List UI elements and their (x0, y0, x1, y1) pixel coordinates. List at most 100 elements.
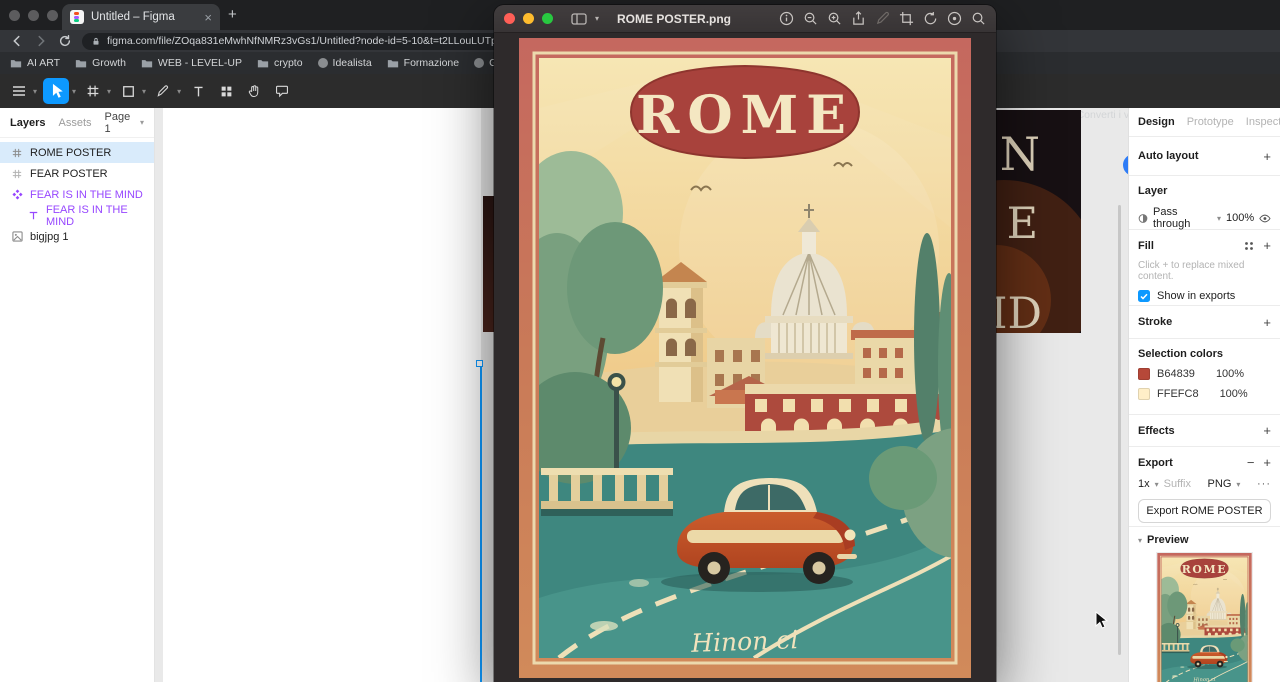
forward-icon[interactable] (34, 34, 48, 48)
layer-row-component[interactable]: FEAR IS IN THE MIND (0, 184, 154, 205)
show-in-exports-label: Show in exports (1157, 290, 1235, 302)
minimize-window-button[interactable] (28, 10, 39, 21)
canvas-frame[interactable] (163, 108, 481, 682)
export-more-button[interactable]: ··· (1257, 478, 1271, 490)
auto-layout-section: Auto layout + (1129, 137, 1280, 176)
view-caret-icon[interactable]: ▾ (595, 14, 599, 23)
scale-caret-icon: ▾ (1155, 480, 1159, 489)
hand-tool-button[interactable] (243, 80, 265, 102)
shape-caret-icon[interactable]: ▾ (142, 87, 146, 96)
remove-export-button[interactable]: − (1247, 456, 1255, 469)
move-caret-icon[interactable]: ▾ (72, 87, 76, 96)
show-in-exports-checkbox[interactable] (1138, 290, 1150, 302)
comment-tool-button[interactable] (271, 80, 293, 102)
layer-opacity-value[interactable]: 100% (1226, 212, 1254, 224)
color-swatch[interactable] (1138, 388, 1150, 400)
bookmark-item[interactable]: Formazione (387, 57, 459, 69)
layer-name: ROME POSTER (30, 147, 111, 159)
text-tool-button[interactable] (187, 80, 209, 102)
layer-row-rome-poster[interactable]: ROME POSTER (0, 142, 154, 163)
reload-icon[interactable] (58, 34, 72, 48)
zoom-window-button[interactable] (47, 10, 58, 21)
visibility-eye-icon[interactable] (1259, 214, 1271, 223)
back-icon[interactable] (10, 34, 24, 48)
markup-pencil-icon[interactable] (875, 11, 890, 26)
layer-row-text[interactable]: FEAR IS IN THE MIND (0, 205, 154, 226)
close-window-button[interactable] (9, 10, 20, 21)
preview-window-title: ROME POSTER.png (617, 12, 731, 26)
page-name: Page 1 (105, 111, 136, 135)
fill-label: Fill (1138, 240, 1154, 252)
move-tool-button[interactable] (43, 78, 69, 104)
window-controls (9, 10, 58, 21)
sidebar-toggle-icon[interactable] (571, 13, 587, 25)
layer-name: FEAR IS IN THE MIND (46, 204, 154, 228)
effects-label: Effects (1138, 425, 1175, 437)
bookmark-item[interactable]: Idealista (318, 57, 372, 69)
figma-favicon-icon (70, 10, 84, 24)
bookmark-item[interactable]: WEB - LEVEL-UP (141, 57, 242, 69)
color-swatch[interactable] (1138, 368, 1150, 380)
crop-icon[interactable] (899, 11, 914, 26)
annotate-icon[interactable] (947, 11, 962, 26)
fill-styles-icon[interactable] (1244, 241, 1254, 251)
selection-color-row[interactable]: FFEFC8 100% (1138, 388, 1271, 400)
add-stroke-button[interactable]: + (1263, 316, 1271, 329)
export-suffix-input[interactable]: Suffix (1164, 478, 1191, 490)
add-fill-button[interactable]: + (1263, 239, 1271, 252)
fullscreen-button[interactable] (542, 13, 553, 24)
bookmark-item[interactable]: crypto (257, 57, 303, 69)
export-scale-value[interactable]: 1x (1138, 478, 1150, 490)
tab-layers[interactable]: Layers (10, 117, 45, 129)
add-export-button[interactable]: + (1263, 456, 1271, 469)
export-preview-thumbnail (1157, 553, 1252, 682)
export-rome-poster-button[interactable]: Export ROME POSTER (1138, 499, 1271, 523)
tab-inspect[interactable]: Inspect (1246, 116, 1280, 128)
close-button[interactable] (504, 13, 515, 24)
selection-outline (480, 364, 482, 682)
bookmark-item[interactable]: AI ART (10, 57, 60, 69)
add-effect-button[interactable]: + (1263, 424, 1271, 437)
folder-icon (257, 58, 269, 69)
selection-handle[interactable] (476, 360, 483, 367)
rome-poster-image[interactable] (519, 38, 971, 678)
selection-colors-label: Selection colors (1138, 348, 1223, 360)
add-auto-layout-button[interactable]: + (1263, 150, 1271, 163)
pen-tool-button[interactable] (152, 80, 174, 102)
bookmark-label: WEB - LEVEL-UP (158, 57, 242, 69)
rotate-icon[interactable] (923, 11, 938, 26)
page-selector[interactable]: Page 1 ▾ (105, 111, 145, 135)
new-tab-button[interactable]: + (228, 7, 237, 22)
bookmark-label: Growth (92, 57, 126, 69)
pen-caret-icon[interactable]: ▾ (177, 87, 181, 96)
fear-poster-canvas[interactable]: N E ID (996, 110, 1081, 333)
stroke-label: Stroke (1138, 316, 1172, 328)
tab-close-icon[interactable]: × (204, 11, 212, 24)
info-icon[interactable] (779, 11, 794, 26)
frame-tool-button[interactable] (82, 80, 104, 102)
minimize-button[interactable] (523, 13, 534, 24)
layer-row-image[interactable]: bigjpg 1 (0, 226, 154, 247)
tab-assets[interactable]: Assets (58, 117, 91, 129)
frame-caret-icon[interactable]: ▾ (107, 87, 111, 96)
canvas-scrollbar[interactable] (1118, 205, 1121, 655)
tab-prototype[interactable]: Prototype (1187, 116, 1234, 128)
tab-design[interactable]: Design (1138, 116, 1175, 128)
blend-mode-value[interactable]: Pass through (1153, 206, 1212, 230)
zoom-in-icon[interactable] (827, 11, 842, 26)
bookmark-item[interactable]: Growth (75, 57, 126, 69)
layer-row-fear-poster[interactable]: FEAR POSTER (0, 163, 154, 184)
selection-color-row[interactable]: B64839 100% (1138, 368, 1271, 380)
browser-tab[interactable]: Untitled – Figma × (62, 4, 220, 30)
blend-mode-icon (1138, 213, 1148, 224)
shape-tool-button[interactable] (117, 80, 139, 102)
preview-window-titlebar[interactable]: ▾ ROME POSTER.png (494, 5, 996, 33)
search-icon[interactable] (971, 11, 986, 26)
share-icon[interactable] (851, 11, 866, 26)
export-format-value[interactable]: PNG (1208, 478, 1232, 490)
fill-section: Fill + Click + to replace mixed content.… (1129, 230, 1280, 306)
zoom-out-icon[interactable] (803, 11, 818, 26)
preview-disclosure-icon[interactable]: ▾ (1138, 536, 1142, 545)
main-menu-button[interactable] (8, 80, 30, 102)
resources-tool-button[interactable] (215, 80, 237, 102)
